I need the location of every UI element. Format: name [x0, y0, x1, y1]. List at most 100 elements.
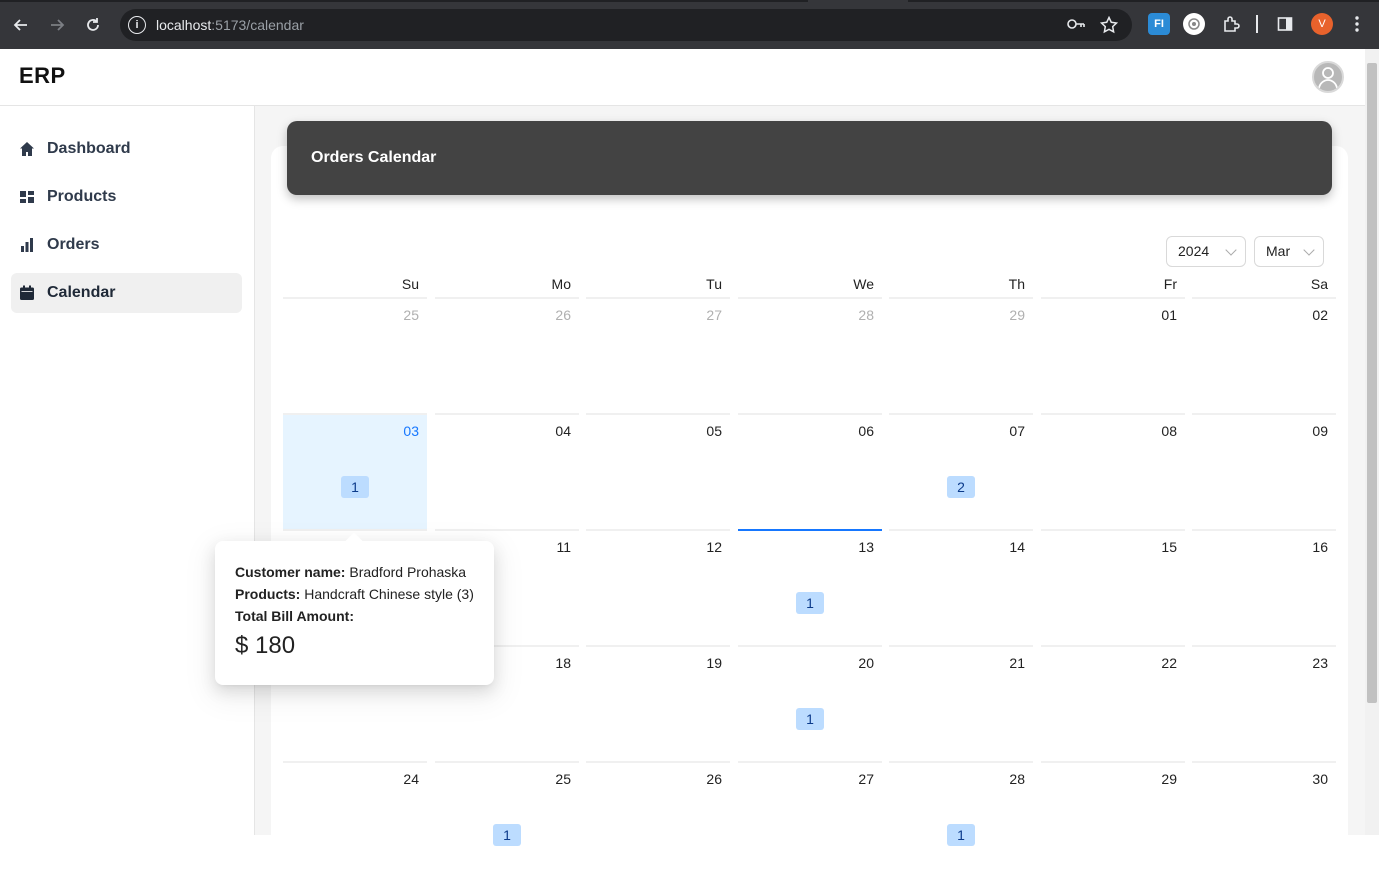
- chevron-down-icon: [1225, 244, 1237, 256]
- day-number: 16: [1312, 539, 1328, 555]
- day-number: 19: [706, 655, 722, 671]
- calendar-day-cell[interactable]: 16: [1192, 529, 1336, 645]
- day-number: 18: [555, 655, 571, 671]
- bookmark-star-icon[interactable]: [1099, 15, 1119, 39]
- weekday-header: Tu: [706, 276, 722, 292]
- calendar-day-cell[interactable]: 26: [586, 761, 730, 877]
- calendar-day-cell[interactable]: 29: [889, 297, 1033, 413]
- products-row: Products: Handcraft Chinese style (3): [235, 586, 474, 602]
- order-popover: Customer name: Bradford Prohaska Product…: [215, 532, 494, 685]
- day-number: 07: [1009, 423, 1025, 439]
- day-number: 26: [706, 771, 722, 787]
- site-info-icon[interactable]: i: [128, 16, 146, 34]
- day-number: 28: [1009, 771, 1025, 787]
- day-number: 28: [858, 307, 874, 323]
- day-number: 21: [1009, 655, 1025, 671]
- calendar-day-cell[interactable]: 05: [586, 413, 730, 529]
- currency-symbol: $: [235, 632, 249, 659]
- calendar-day-cell[interactable]: 03 1: [283, 413, 427, 529]
- day-number: 09: [1312, 423, 1328, 439]
- order-count-badge[interactable]: 1: [947, 824, 975, 846]
- calendar-day-cell[interactable]: 21: [889, 645, 1033, 761]
- year-select[interactable]: 2024: [1166, 236, 1246, 267]
- address-bar[interactable]: i localhost:5173/calendar: [120, 9, 1132, 41]
- day-number: 22: [1161, 655, 1177, 671]
- extension-circle-icon[interactable]: [1183, 13, 1205, 35]
- calendar-day-cell[interactable]: 28: [738, 297, 882, 413]
- day-number: 01: [1161, 307, 1177, 323]
- calendar-icon: [19, 285, 35, 301]
- side-panel-icon[interactable]: [1274, 13, 1296, 35]
- calendar-day-cell[interactable]: 29: [1041, 761, 1185, 877]
- day-number: 25: [403, 307, 419, 323]
- calendar-day-cell[interactable]: 13 1: [738, 529, 882, 645]
- sidebar-item-products[interactable]: Products: [11, 177, 242, 217]
- calendar-day-cell[interactable]: 22: [1041, 645, 1185, 761]
- calendar-day-cell[interactable]: 01: [1041, 297, 1185, 413]
- page-scrollbar[interactable]: [1365, 49, 1379, 835]
- weekday-header: We: [853, 276, 874, 292]
- calendar-day-cell[interactable]: 26: [435, 297, 579, 413]
- day-number: 27: [706, 307, 722, 323]
- calendar-day-cell[interactable]: 20 1: [738, 645, 882, 761]
- day-number: 02: [1312, 307, 1328, 323]
- calendar-day-cell[interactable]: 23: [1192, 645, 1336, 761]
- order-count-badge[interactable]: 1: [796, 708, 824, 730]
- calendar-day-cell[interactable]: 04: [435, 413, 579, 529]
- calendar-day-cell[interactable]: 02: [1192, 297, 1336, 413]
- order-count-badge[interactable]: 1: [493, 824, 521, 846]
- user-avatar-icon[interactable]: [1312, 61, 1344, 93]
- extension-fi-icon[interactable]: FI: [1148, 13, 1170, 35]
- calendar-day-cell[interactable]: 27: [586, 297, 730, 413]
- extensions-puzzle-icon[interactable]: [1220, 13, 1242, 35]
- tab-strip: [0, 0, 1379, 2]
- month-select[interactable]: Mar: [1254, 236, 1324, 267]
- calendar-day-cell[interactable]: 27: [738, 761, 882, 877]
- calendar-day-cell[interactable]: 25 1: [435, 761, 579, 877]
- calendar-day-cell[interactable]: 28 1: [889, 761, 1033, 877]
- total-bill-amount: $ 180: [235, 632, 295, 660]
- order-count-badge[interactable]: 1: [341, 476, 369, 498]
- back-icon[interactable]: [8, 12, 34, 38]
- calendar-day-cell[interactable]: 06: [738, 413, 882, 529]
- products-label: Products:: [235, 586, 301, 602]
- sidebar: Dashboard Products Orders Calendar: [0, 106, 255, 835]
- browser-menu-icon[interactable]: [1346, 13, 1368, 35]
- chevron-down-icon: [1303, 244, 1315, 256]
- sidebar-item-dashboard[interactable]: Dashboard: [11, 129, 242, 169]
- calendar-day-cell[interactable]: 14: [889, 529, 1033, 645]
- sidebar-item-calendar[interactable]: Calendar: [11, 273, 242, 313]
- total-bill-row: Total Bill Amount:: [235, 608, 354, 624]
- url-text[interactable]: localhost:5173/calendar: [156, 17, 304, 33]
- profile-avatar[interactable]: V: [1311, 13, 1333, 35]
- day-number: 27: [858, 771, 874, 787]
- calendar-day-cell[interactable]: 30: [1192, 761, 1336, 877]
- calendar-day-cell[interactable]: 09: [1192, 413, 1336, 529]
- calendar-day-cell[interactable]: 07 2: [889, 413, 1033, 529]
- app-logo[interactable]: ERP: [19, 63, 66, 89]
- calendar-day-cell[interactable]: 15: [1041, 529, 1185, 645]
- sidebar-item-label: Calendar: [47, 284, 116, 301]
- calendar-day-cell[interactable]: 24: [283, 761, 427, 877]
- day-number: 24: [403, 771, 419, 787]
- day-number: 13: [858, 539, 874, 555]
- calendar-day-cell[interactable]: 08: [1041, 413, 1185, 529]
- calendar-day-cell[interactable]: 12: [586, 529, 730, 645]
- day-number: 11: [556, 539, 571, 555]
- day-number: 26: [555, 307, 571, 323]
- browser-toolbar: i localhost:5173/calendar FI V: [0, 0, 1379, 49]
- weekday-header: Fr: [1163, 276, 1177, 292]
- customer-name-label: Customer name:: [235, 564, 346, 580]
- forward-icon[interactable]: [44, 12, 70, 38]
- order-count-badge[interactable]: 1: [796, 592, 824, 614]
- bar-chart-icon: [19, 237, 35, 253]
- weekday-header: Sa: [1310, 276, 1328, 292]
- sidebar-item-orders[interactable]: Orders: [11, 225, 242, 265]
- password-key-icon[interactable]: [1066, 16, 1086, 37]
- order-count-badge[interactable]: 2: [947, 476, 975, 498]
- reload-icon[interactable]: [80, 12, 106, 38]
- calendar-day-cell[interactable]: 25: [283, 297, 427, 413]
- day-number: 20: [858, 655, 874, 671]
- calendar-day-cell[interactable]: 19: [586, 645, 730, 761]
- scrollbar-thumb[interactable]: [1367, 63, 1377, 703]
